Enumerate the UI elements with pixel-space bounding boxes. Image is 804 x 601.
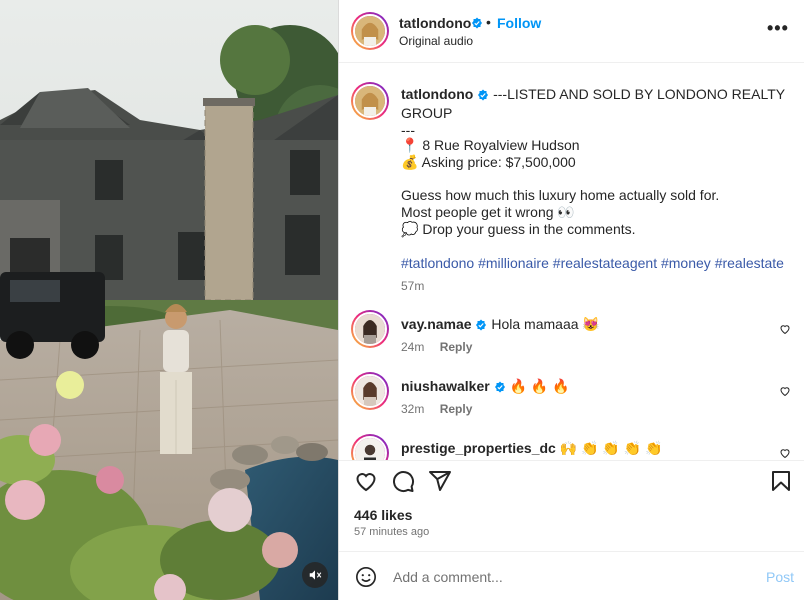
money-bag-emoji: 💰 bbox=[401, 154, 419, 170]
comment-meta: 32m Reply bbox=[401, 402, 472, 416]
follow-button[interactable]: Follow bbox=[497, 15, 541, 31]
mute-button[interactable] bbox=[302, 562, 328, 588]
commenter-avatar[interactable] bbox=[351, 434, 389, 460]
post-video[interactable] bbox=[0, 0, 338, 600]
verified-badge-icon bbox=[471, 16, 483, 34]
caption-price: 💰 Asking price: $7,500,000 bbox=[401, 154, 791, 171]
post-button[interactable]: Post bbox=[766, 569, 794, 585]
comment-username[interactable]: prestige_properties_dc bbox=[401, 440, 556, 456]
post-time: 57 minutes ago bbox=[354, 526, 430, 538]
comment-item: prestige_properties_dc 🙌 👏 👏 👏 👏 bbox=[339, 434, 804, 460]
comment-username[interactable]: niushawalker bbox=[401, 378, 490, 394]
comment-item: niushawalker 🔥 🔥 🔥 32m Reply bbox=[339, 372, 804, 422]
more-options-icon[interactable]: ••• bbox=[767, 18, 789, 39]
separator-dot: • bbox=[486, 14, 491, 30]
comment-emoji: 🔥 🔥 🔥 bbox=[509, 378, 570, 394]
thought-bubble-emoji: 💭 bbox=[401, 221, 419, 237]
comment-meta: 24m Reply bbox=[401, 340, 472, 354]
post-panel: tatlondono • Follow Original audio ••• t… bbox=[338, 0, 804, 600]
address-text: 8 Rue Royalview Hudson bbox=[422, 137, 580, 153]
likes-count[interactable]: 446 likes bbox=[354, 507, 412, 523]
muted-speaker-icon bbox=[309, 570, 322, 580]
comment-item: vay.namae Hola mamaaa 😻 24m Reply bbox=[339, 310, 804, 360]
audio-label[interactable]: Original audio bbox=[399, 34, 473, 48]
heart-icon[interactable] bbox=[779, 322, 791, 340]
hashtag[interactable]: #realestate bbox=[715, 255, 784, 271]
comment-time[interactable]: 24m bbox=[401, 340, 424, 354]
caption-line-2: --- bbox=[401, 122, 415, 138]
comment-emoji: 😻 bbox=[582, 316, 600, 332]
caption-heading: tatlondono ---LISTED AND SOLD BY LONDONO… bbox=[401, 86, 791, 139]
hashtag[interactable]: #millionaire bbox=[478, 255, 549, 271]
comment-input[interactable] bbox=[391, 562, 751, 592]
caption-avatar[interactable] bbox=[351, 82, 389, 120]
wrong-text: Most people get it wrong bbox=[401, 204, 554, 220]
post-header: tatlondono • Follow Original audio ••• bbox=[339, 0, 804, 63]
price-text: Asking price: $7,500,000 bbox=[421, 154, 576, 170]
caption-hashtags: #tatlondono #millionaire #realestateagen… bbox=[401, 255, 791, 272]
comment-text: niushawalker 🔥 🔥 🔥 bbox=[401, 378, 570, 396]
reply-button[interactable]: Reply bbox=[440, 402, 473, 416]
commenter-avatar[interactable] bbox=[351, 372, 389, 410]
verified-badge-icon bbox=[494, 380, 506, 396]
hashtag[interactable]: #realestateagent bbox=[553, 255, 657, 271]
like-heart-icon[interactable] bbox=[354, 469, 378, 498]
comment-username[interactable]: vay.namae bbox=[401, 316, 472, 332]
comment-bar: Post bbox=[339, 551, 804, 601]
heart-icon[interactable] bbox=[779, 384, 791, 402]
pin-emoji: 📍 bbox=[401, 137, 419, 153]
comment-icon[interactable] bbox=[391, 469, 415, 498]
hashtag[interactable]: #tatlondono bbox=[401, 255, 474, 271]
comment-emoji: 🙌 👏 👏 👏 👏 bbox=[559, 440, 663, 456]
caption-wrong: Most people get it wrong 👀 bbox=[401, 204, 791, 221]
caption-address: 📍 8 Rue Royalview Hudson bbox=[401, 137, 791, 154]
author-username[interactable]: tatlondono bbox=[399, 15, 471, 31]
comment-text: vay.namae Hola mamaaa 😻 bbox=[401, 316, 600, 334]
caption-question: Guess how much this luxury home actually… bbox=[401, 187, 720, 203]
caption-time[interactable]: 57m bbox=[401, 278, 791, 295]
drop-text: Drop your guess in the comments. bbox=[422, 221, 636, 237]
caption-drop: 💭 Drop your guess in the comments. bbox=[401, 221, 791, 238]
share-icon[interactable] bbox=[428, 469, 452, 498]
eyes-emoji: 👀 bbox=[557, 204, 575, 220]
house-video-frame bbox=[0, 0, 338, 600]
comment-text: prestige_properties_dc 🙌 👏 👏 👏 👏 bbox=[401, 440, 662, 457]
heart-icon[interactable] bbox=[779, 446, 791, 460]
author-avatar[interactable] bbox=[351, 12, 389, 50]
caption-username[interactable]: tatlondono bbox=[401, 86, 473, 102]
verified-badge-icon bbox=[475, 318, 487, 334]
reply-button[interactable]: Reply bbox=[440, 340, 473, 354]
hashtag[interactable]: #money bbox=[661, 255, 711, 271]
emoji-icon[interactable] bbox=[355, 566, 377, 593]
comment-time[interactable]: 32m bbox=[401, 402, 424, 416]
commenter-avatar[interactable] bbox=[351, 310, 389, 348]
post-actions: 446 likes 57 minutes ago Post bbox=[339, 460, 804, 600]
comment-body: Hola mamaaa bbox=[491, 316, 579, 332]
verified-badge-icon bbox=[477, 88, 489, 105]
bookmark-icon[interactable] bbox=[769, 469, 793, 498]
